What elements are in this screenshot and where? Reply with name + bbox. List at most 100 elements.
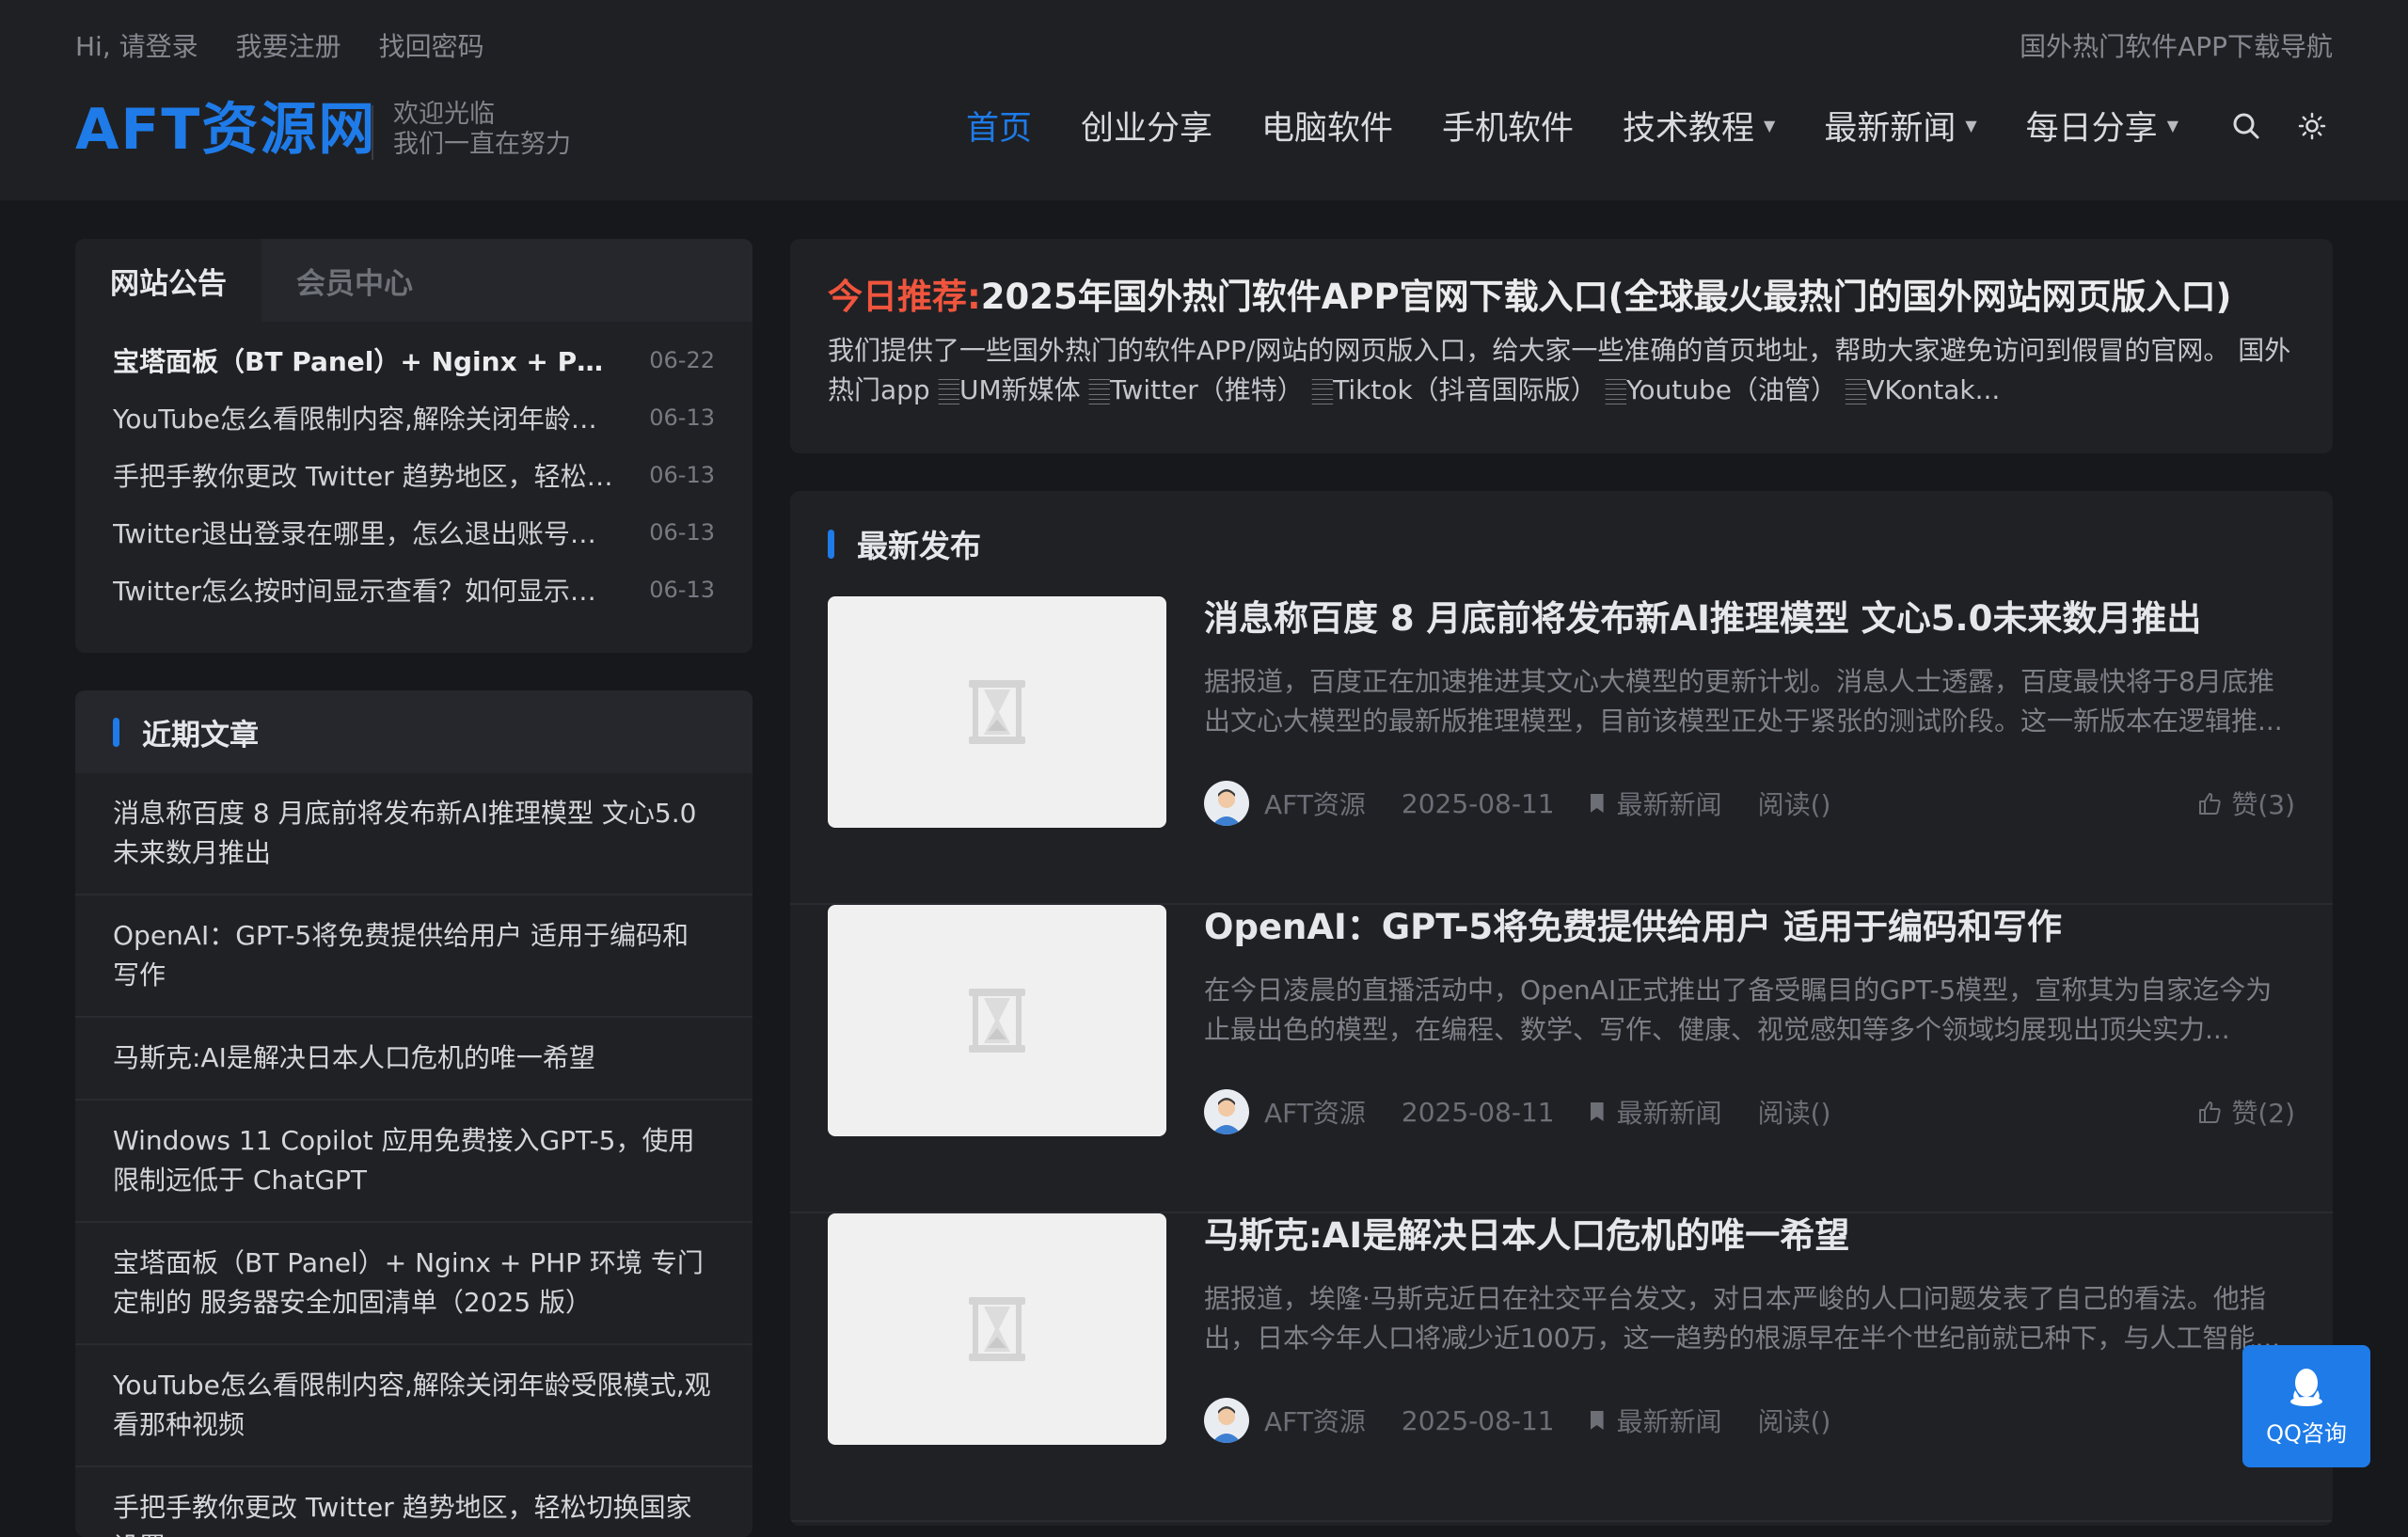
post-meta: AFT资源 2025-08-11 最新新闻 阅读() 赞(2) <box>1204 1089 2295 1134</box>
post-category[interactable]: 最新新闻 <box>1590 784 1722 822</box>
notice-item[interactable]: YouTube怎么看限制内容,解除关闭年龄受限模式,观看那种视频 06-13 <box>113 388 715 446</box>
tab-site-notice[interactable]: 网站公告 <box>75 239 261 322</box>
post-category[interactable]: 最新新闻 <box>1590 1093 1722 1131</box>
notice-title: Twitter怎么按时间显示查看？如何显示最新推文 <box>113 575 621 607</box>
notice-date: 06-22 <box>649 346 715 373</box>
nav-label: 手机软件 <box>1442 110 1575 148</box>
post-item: 消息称百度 8 月底前将发布新AI推理模型 文心5.0未来数月推出 据报道，百度… <box>790 596 2333 905</box>
nav-label: 最新新闻 <box>1824 110 1956 148</box>
sun-icon[interactable] <box>2293 107 2331 145</box>
post-views: 阅读() <box>1757 1406 1831 1437</box>
section-bar <box>828 529 834 559</box>
recent-article-link[interactable]: YouTube怎么看限制内容,解除关闭年龄受限模式,观看那种视频 <box>75 1345 752 1467</box>
like-button[interactable]: 赞(2) <box>2197 1093 2295 1131</box>
post-views: 阅读() <box>1757 789 1831 820</box>
post-date: 2025-08-11 <box>1401 787 1555 819</box>
notice-item[interactable]: 手把手教你更改 Twitter 趋势地区，轻松切换国家设置 06-13 <box>113 446 715 503</box>
nav-item-mobile-software[interactable]: 手机软件 <box>1442 102 1574 150</box>
qq-penguin-icon <box>2290 1368 2322 1406</box>
nav-item-news[interactable]: 最新新闻 ▼ <box>1824 102 1976 150</box>
notice-item[interactable]: 宝塔面板（BT Panel）+ Nginx + PHP 环境 专门定制的 服务器… <box>113 331 715 388</box>
thumbs-up-icon <box>2199 793 2221 815</box>
post-title[interactable]: 马斯克:AI是解决日本人口危机的唯一希望 <box>1204 1213 2295 1259</box>
qq-consult-button[interactable]: QQ咨询 <box>2242 1345 2370 1467</box>
nav-item-home[interactable]: 首页 <box>966 102 1032 150</box>
hourglass-icon <box>969 1297 1025 1361</box>
post-thumbnail[interactable] <box>828 1213 1166 1445</box>
nav-item-tutorials[interactable]: 技术教程 ▼ <box>1623 102 1775 150</box>
bookmark-icon <box>1590 1102 1604 1121</box>
slogan-line-1: 欢迎光临 <box>393 100 495 129</box>
download-nav-link[interactable]: 国外热门软件APP下载导航 <box>2020 26 2333 64</box>
bookmark-icon <box>1590 1411 1604 1430</box>
recent-article-link[interactable]: 宝塔面板（BT Panel）+ Nginx + PHP 环境 专门定制的 服务器… <box>75 1223 752 1345</box>
recent-article-link[interactable]: 马斯克:AI是解决日本人口危机的唯一希望 <box>75 1018 752 1101</box>
slogan-line-2: 我们一直在努力 <box>393 130 571 159</box>
notice-item[interactable]: Twitter怎么按时间显示查看？如何显示最新推文 06-13 <box>113 561 715 618</box>
bookmark-icon <box>1590 794 1604 813</box>
recommend-body: 我们提供了一些国外热门的软件APP/网站的网页版入口，给大家一些准确的首页地址，… <box>828 335 2291 405</box>
notice-title: YouTube怎么看限制内容,解除关闭年龄受限模式,观看那种视频 <box>113 403 621 435</box>
post-thumbnail[interactable] <box>828 596 1166 828</box>
recent-article-link[interactable]: 消息称百度 8 月底前将发布新AI推理模型 文心5.0未来数月推出 <box>75 773 752 895</box>
post-category-label: 最新新闻 <box>1616 1098 1722 1129</box>
recent-article-link[interactable]: Windows 11 Copilot 应用免费接入GPT-5，使用限制远低于 C… <box>75 1101 752 1223</box>
notice-title: 手把手教你更改 Twitter 趋势地区，轻松切换国家设置 <box>113 460 621 492</box>
post-author[interactable]: AFT资源 <box>1264 1402 1366 1439</box>
register-link[interactable]: 我要注册 <box>236 26 341 64</box>
nav-item-daily-share[interactable]: 每日分享 ▼ <box>2026 102 2178 150</box>
post-category-label: 最新新闻 <box>1616 1406 1722 1437</box>
login-link[interactable]: Hi, 请登录 <box>75 26 198 64</box>
recover-password-link[interactable]: 找回密码 <box>379 26 484 64</box>
tab-member-center[interactable]: 会员中心 <box>261 239 448 322</box>
avatar[interactable] <box>1204 781 1249 826</box>
latest-posts-header: 最新发布 <box>790 491 2333 596</box>
like-count: 赞(2) <box>2231 1098 2295 1129</box>
post-excerpt: 在今日凌晨的直播活动中，OpenAI正式推出了备受瞩目的GPT-5模型，宣称其为… <box>1204 974 2273 1045</box>
post-views: 阅读() <box>1757 1098 1831 1129</box>
post-author[interactable]: AFT资源 <box>1264 784 1366 822</box>
qq-consult-label: QQ咨询 <box>2266 1419 2347 1447</box>
like-button[interactable]: 赞(3) <box>2197 784 2295 822</box>
hourglass-icon <box>969 680 1025 744</box>
chevron-down-icon: ▼ <box>1764 117 1776 135</box>
post-author[interactable]: AFT资源 <box>1264 1093 1366 1131</box>
main-nav: 首页 创业分享 电脑软件 手机软件 技术教程 ▼ 最新新闻 ▼ 每日分享 ▼ <box>966 102 2331 150</box>
nav-item-startup[interactable]: 创业分享 <box>1081 102 1212 150</box>
recent-article-link[interactable]: OpenAI：GPT-5将免费提供给用户 适用于编码和写作 <box>75 895 752 1018</box>
notice-tabs: 网站公告 会员中心 <box>75 239 752 322</box>
post-title[interactable]: 消息称百度 8 月底前将发布新AI推理模型 文心5.0未来数月推出 <box>1204 596 2295 642</box>
nav-label: 首页 <box>965 110 1032 148</box>
post-item: 马斯克:AI是解决日本人口危机的唯一希望 据报道，埃隆·马斯克近日在社交平台发文… <box>790 1213 2333 1522</box>
notice-title: Twitter退出登录在哪里，怎么退出账号登录 <box>113 517 621 549</box>
site-logo[interactable]: AFT资源网 <box>75 96 376 164</box>
notice-date: 06-13 <box>649 461 715 488</box>
recent-articles-title: 近期文章 <box>142 718 259 753</box>
recommend-title-text: 2025年国外热门软件APP官网下载入口(全球最火最热门的国外网站网页版入口) <box>980 277 2232 317</box>
post-item: OpenAI：GPT-5将免费提供给用户 适用于编码和写作 在今日凌晨的直播活动… <box>790 905 2333 1213</box>
topbar-links: Hi, 请登录 我要注册 找回密码 <box>75 26 484 64</box>
notice-item[interactable]: Twitter退出登录在哪里，怎么退出账号登录 06-13 <box>113 503 715 561</box>
site-header: Hi, 请登录 我要注册 找回密码 国外热门软件APP下载导航 AFT资源网 欢… <box>0 0 2408 200</box>
recommend-title[interactable]: 今日推荐:2025年国外热门软件APP官网下载入口(全球最火最热门的国外网站网页… <box>828 275 2295 320</box>
recent-article-link[interactable]: 手把手教你更改 Twitter 趋势地区，轻松切换国家设置 <box>75 1467 752 1537</box>
nav-item-pc-software[interactable]: 电脑软件 <box>1261 102 1393 150</box>
notice-date: 06-13 <box>649 518 715 546</box>
post-thumbnail[interactable] <box>828 905 1166 1136</box>
post-category-label: 最新新闻 <box>1616 789 1722 820</box>
notice-date: 06-13 <box>649 576 715 603</box>
post-date: 2025-08-11 <box>1401 1404 1555 1436</box>
recent-articles-card: 近期文章 消息称百度 8 月底前将发布新AI推理模型 文心5.0未来数月推出 O… <box>75 690 752 1537</box>
post-meta: AFT资源 2025-08-11 最新新闻 阅读() <box>1204 1398 2295 1443</box>
recent-articles-header: 近期文章 <box>75 690 752 773</box>
notice-title: 宝塔面板（BT Panel）+ Nginx + PHP 环境 专门定制的 服务器… <box>113 345 621 377</box>
post-date: 2025-08-11 <box>1401 1096 1555 1128</box>
post-category[interactable]: 最新新闻 <box>1590 1402 1722 1439</box>
post-excerpt: 据报道，百度正在加速推进其文心大模型的更新计划。消息人士透露，百度最快将于8月底… <box>1204 666 2283 737</box>
chevron-down-icon: ▼ <box>1965 117 1977 135</box>
avatar[interactable] <box>1204 1089 1249 1134</box>
avatar[interactable] <box>1204 1398 1249 1443</box>
nav-label: 创业分享 <box>1080 110 1212 148</box>
search-icon[interactable] <box>2227 107 2265 145</box>
post-title[interactable]: OpenAI：GPT-5将免费提供给用户 适用于编码和写作 <box>1204 905 2295 950</box>
